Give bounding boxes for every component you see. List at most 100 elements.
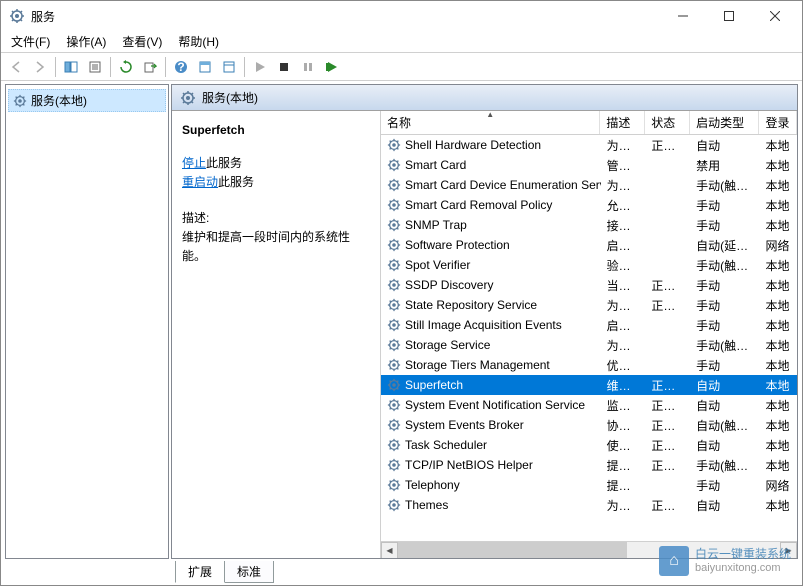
service-row[interactable]: Spot Verifier验证…手动(触发…本地 <box>381 255 797 275</box>
service-desc: 为自… <box>601 137 646 154</box>
service-row[interactable]: System Event Notification Service监视…正在…自… <box>381 395 797 415</box>
maximize-button[interactable] <box>706 1 752 31</box>
tree-item-services-local[interactable]: 服务(本地) <box>8 89 166 112</box>
service-row[interactable]: Themes为用…正在…自动本地 <box>381 495 797 515</box>
service-row[interactable]: Still Image Acquisition Events启动…手动本地 <box>381 315 797 335</box>
service-type: 手动 <box>690 357 759 374</box>
service-row[interactable]: System Events Broker协调…正在…自动(触发…本地 <box>381 415 797 435</box>
column-name[interactable]: 名称▲ <box>381 111 600 134</box>
right-header-title: 服务(本地) <box>202 89 258 106</box>
gear-icon <box>180 90 196 106</box>
service-row[interactable]: Task Scheduler使用…正在…自动本地 <box>381 435 797 455</box>
minimize-button[interactable] <box>660 1 706 31</box>
column-startup-type[interactable]: 启动类型 <box>690 111 759 134</box>
list-rows[interactable]: Shell Hardware Detection为自…正在…自动本地 Smart … <box>381 135 797 541</box>
tab-extended[interactable]: 扩展 <box>175 561 225 583</box>
service-login: 本地 <box>760 197 797 214</box>
gear-icon <box>387 138 401 152</box>
gear-icon <box>387 238 401 252</box>
column-login[interactable]: 登录 <box>759 111 797 134</box>
detail-pane: Superfetch 停止此服务 重启动此服务 描述: 维护和提高一段时间内的系… <box>172 111 380 558</box>
help-button[interactable]: ? <box>170 56 192 78</box>
service-row[interactable]: Smart Card Device Enumeration Servi...为给… <box>381 175 797 195</box>
service-login: 本地 <box>760 157 797 174</box>
gear-icon <box>387 358 401 372</box>
service-row[interactable]: State Repository Service为应…正在…手动本地 <box>381 295 797 315</box>
gear-icon <box>387 298 401 312</box>
service-row[interactable]: Telephony提供…手动网络 <box>381 475 797 495</box>
right-header: 服务(本地) <box>172 85 797 111</box>
pause-service-button[interactable] <box>297 56 319 78</box>
gear-icon <box>387 418 401 432</box>
service-status: 正在… <box>645 437 690 454</box>
refresh-button[interactable] <box>115 56 137 78</box>
toolbar-icon-2[interactable] <box>218 56 240 78</box>
forward-button[interactable] <box>29 56 51 78</box>
scroll-thumb[interactable] <box>398 542 627 559</box>
service-row[interactable]: Smart Card Removal Policy允许…手动本地 <box>381 195 797 215</box>
gear-icon <box>13 94 27 108</box>
service-type: 手动(触发… <box>690 257 759 274</box>
service-type: 禁用 <box>690 157 759 174</box>
service-login: 本地 <box>760 357 797 374</box>
service-row[interactable]: SNMP Trap接收…手动本地 <box>381 215 797 235</box>
window-title: 服务 <box>31 8 660 25</box>
back-button[interactable] <box>5 56 27 78</box>
service-desc: 优化… <box>601 357 646 374</box>
service-name: Still Image Acquisition Events <box>405 318 562 332</box>
service-row[interactable]: Software Protection启用 …自动(延迟…网络 <box>381 235 797 255</box>
scroll-left-arrow[interactable]: ◀ <box>381 542 398 559</box>
service-type: 手动 <box>690 297 759 314</box>
service-type: 手动(触发… <box>690 177 759 194</box>
column-desc[interactable]: 描述 <box>600 111 645 134</box>
selected-service-name: Superfetch <box>182 121 368 140</box>
service-row[interactable]: Smart Card管理…禁用本地 <box>381 155 797 175</box>
service-desc: 当发… <box>601 277 646 294</box>
service-name: Themes <box>405 498 448 512</box>
restart-service-button[interactable] <box>321 56 343 78</box>
service-login: 本地 <box>760 457 797 474</box>
restart-link[interactable]: 重启动 <box>182 175 218 189</box>
service-row[interactable]: SSDP Discovery当发…正在…手动本地 <box>381 275 797 295</box>
scroll-right-arrow[interactable]: ▶ <box>780 542 797 559</box>
properties-button[interactable] <box>84 56 106 78</box>
menubar: 文件(F) 操作(A) 查看(V) 帮助(H) <box>1 31 802 53</box>
gear-icon <box>387 278 401 292</box>
service-type: 自动 <box>690 377 759 394</box>
service-row[interactable]: Superfetch维护…正在…自动本地 <box>381 375 797 395</box>
gear-icon <box>387 458 401 472</box>
column-status[interactable]: 状态 <box>645 111 690 134</box>
stop-link[interactable]: 停止 <box>182 156 206 170</box>
menu-file[interactable]: 文件(F) <box>3 31 58 52</box>
service-row[interactable]: Shell Hardware Detection为自…正在…自动本地 <box>381 135 797 155</box>
service-name: SNMP Trap <box>405 218 467 232</box>
service-desc: 为应… <box>601 297 646 314</box>
service-name: Storage Service <box>405 338 490 352</box>
close-button[interactable] <box>752 1 798 31</box>
service-login: 本地 <box>760 317 797 334</box>
start-service-button[interactable] <box>249 56 271 78</box>
export-list-button[interactable] <box>139 56 161 78</box>
titlebar: 服务 <box>1 1 802 31</box>
service-desc: 使用… <box>601 437 646 454</box>
menu-view[interactable]: 查看(V) <box>114 31 170 52</box>
gear-icon <box>387 498 401 512</box>
service-login: 本地 <box>760 417 797 434</box>
menu-help[interactable]: 帮助(H) <box>170 31 227 52</box>
tab-standard[interactable]: 标准 <box>224 561 274 583</box>
service-row[interactable]: Storage Tiers Management优化…手动本地 <box>381 355 797 375</box>
toolbar-icon[interactable] <box>194 56 216 78</box>
service-type: 手动 <box>690 477 759 494</box>
service-desc: 验证… <box>601 257 646 274</box>
horizontal-scrollbar[interactable]: ◀ ▶ <box>381 541 797 558</box>
description-label: 描述: <box>182 209 368 228</box>
service-desc: 为存… <box>601 337 646 354</box>
service-row[interactable]: Storage Service为存…手动(触发…本地 <box>381 335 797 355</box>
gear-icon <box>387 378 401 392</box>
service-row[interactable]: TCP/IP NetBIOS Helper提供…正在…手动(触发…本地 <box>381 455 797 475</box>
menu-action[interactable]: 操作(A) <box>58 31 114 52</box>
service-desc: 管理… <box>601 157 646 174</box>
show-hide-tree-button[interactable] <box>60 56 82 78</box>
service-type: 自动 <box>690 397 759 414</box>
stop-service-button[interactable] <box>273 56 295 78</box>
